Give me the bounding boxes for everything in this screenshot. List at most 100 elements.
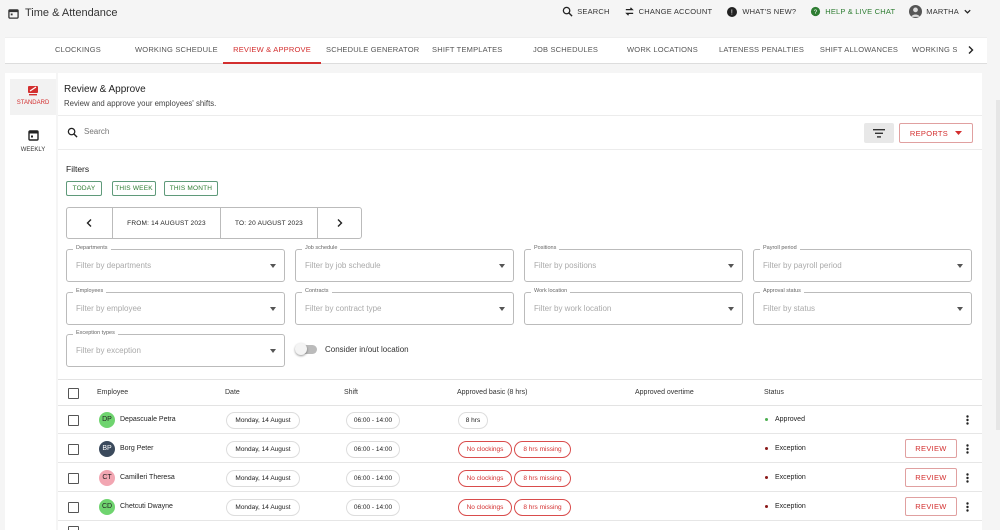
status-text: Exception: [775, 474, 806, 481]
caret-down-icon: [955, 131, 963, 135]
calendar-icon: [8, 8, 19, 19]
today-chip[interactable]: TODAY: [66, 181, 102, 196]
this-week-chip[interactable]: THIS WEEK: [112, 181, 156, 196]
search-action-label: SEARCH: [577, 7, 610, 16]
search-input[interactable]: [84, 127, 384, 136]
approval-status-select[interactable]: Approval status Filter by status: [753, 288, 972, 325]
avatar: [909, 5, 923, 18]
filter-toggle-button[interactable]: [864, 123, 894, 143]
exception-tag: 8 hrs missing: [514, 470, 571, 487]
exception-types-placeholder: Filter by exception: [76, 346, 141, 355]
user-name: MARTHA: [926, 7, 959, 16]
date-to[interactable]: TO: 20 AUGUST 2023: [220, 208, 317, 238]
consider-location-toggle[interactable]: [295, 343, 317, 355]
tab-working-schedule[interactable]: WORKING SCHEDULE: [135, 38, 218, 64]
row-checkbox[interactable]: [68, 502, 79, 513]
tab-schedule-generator[interactable]: SCHEDULE GENERATOR: [326, 38, 419, 64]
top-bar: Time & Attendance SEARCH CHANGE ACCOUNT …: [0, 0, 1000, 26]
previous-week-button[interactable]: [67, 208, 112, 238]
more-vert-icon[interactable]: [966, 473, 969, 483]
more-vert-icon[interactable]: [966, 415, 969, 425]
departments-select[interactable]: Departments Filter by departments: [66, 245, 285, 282]
more-vert-icon[interactable]: [966, 502, 969, 512]
rail-item-weekly[interactable]: WEEKLY: [10, 129, 56, 159]
shift-pill: 06:00 - 14:00: [346, 412, 400, 429]
caret-down-icon: [270, 307, 276, 311]
chevron-right-icon: [336, 218, 343, 228]
announcement-icon: !: [726, 6, 738, 18]
work-location-select[interactable]: Work location Filter by work location: [524, 288, 743, 325]
avatar: CT: [99, 470, 115, 486]
table-row[interactable]: DP Depascuale Petra Monday, 14 August 06…: [58, 406, 982, 434]
approval-status-placeholder: Filter by status: [763, 304, 816, 313]
review-button[interactable]: REVIEW: [905, 439, 957, 458]
svg-text:?: ?: [814, 9, 818, 16]
employee-name: Camilleri Theresa: [120, 474, 175, 481]
tab-work-locations[interactable]: WORK LOCATIONS: [627, 38, 698, 64]
tab-shift-allowances[interactable]: SHIFT ALLOWANCES: [819, 38, 899, 64]
exception-tag: No clockings: [458, 441, 512, 458]
exception-types-select[interactable]: Exception types Filter by exception: [66, 330, 285, 367]
row-checkbox[interactable]: [68, 415, 79, 426]
caret-down-icon: [728, 307, 734, 311]
select-all-checkbox[interactable]: [68, 388, 79, 399]
tab-review-approve[interactable]: REVIEW & APPROVE: [223, 38, 321, 64]
work-location-label: Work location: [531, 288, 571, 294]
review-button[interactable]: REVIEW: [905, 497, 957, 516]
table-row[interactable]: CT Camilleri Theresa Monday, 14 August 0…: [58, 464, 982, 492]
table-row[interactable]: CD Chetcuti Dwayne Monday, 14 August 06:…: [58, 493, 982, 521]
whats-new-action[interactable]: ! WHAT'S NEW?: [726, 6, 796, 18]
help-icon: ?: [810, 6, 821, 17]
contracts-placeholder: Filter by contract type: [305, 304, 382, 313]
table-row[interactable]: [58, 522, 982, 530]
date-range-navigator: FROM: 14 AUGUST 2023 TO: 20 AUGUST 2023: [66, 207, 362, 239]
exception-tag: 8 hrs missing: [514, 441, 571, 458]
row-checkbox[interactable]: [68, 526, 79, 530]
next-week-button[interactable]: [317, 208, 361, 238]
swap-icon: [624, 6, 635, 17]
payroll-period-label: Payroll period: [760, 245, 800, 251]
col-shift: Shift: [344, 389, 359, 396]
tab-shift-templates[interactable]: SHIFT TEMPLATES: [432, 38, 502, 64]
table-row[interactable]: BP Borg Peter Monday, 14 August 06:00 - …: [58, 435, 982, 463]
contracts-select[interactable]: Contracts Filter by contract type: [295, 288, 514, 325]
tab-job-schedules[interactable]: JOB SCHEDULES: [533, 38, 598, 64]
consider-location-label: Consider in/out location: [325, 345, 409, 354]
employee-name: Borg Peter: [120, 445, 154, 452]
help-chat-action[interactable]: ? HELP & LIVE CHAT: [810, 6, 895, 17]
approval-status-label: Approval status: [760, 288, 804, 294]
search-action[interactable]: SEARCH: [562, 6, 609, 17]
user-menu[interactable]: MARTHA: [909, 5, 972, 18]
chevron-down-icon: [963, 7, 972, 16]
app-title-text: Time & Attendance: [25, 7, 118, 19]
review-button[interactable]: REVIEW: [905, 468, 957, 487]
positions-label: Positions: [531, 245, 560, 251]
row-checkbox[interactable]: [68, 473, 79, 484]
status-text: Exception: [775, 445, 806, 452]
positions-select[interactable]: Positions Filter by positions: [524, 245, 743, 282]
chevron-right-icon[interactable]: [966, 45, 975, 55]
employees-select[interactable]: Employees Filter by employee: [66, 288, 285, 325]
date-from[interactable]: FROM: 14 AUGUST 2023: [112, 208, 220, 238]
this-month-chip[interactable]: THIS MONTH: [164, 181, 218, 196]
avatar: BP: [99, 441, 115, 457]
help-label: HELP & LIVE CHAT: [825, 7, 896, 16]
tab-bar: CLOCKINGS WORKING SCHEDULE REVIEW & APPR…: [5, 37, 987, 64]
tab-working-schedule-more[interactable]: WORKING SC: [912, 38, 957, 64]
rail-item-standard[interactable]: STANDARD: [10, 79, 56, 115]
basic-hours-pill: 8 hrs: [458, 412, 488, 429]
more-vert-icon[interactable]: [966, 444, 969, 454]
change-account-action[interactable]: CHANGE ACCOUNT: [624, 6, 713, 17]
row-checkbox[interactable]: [68, 444, 79, 455]
page-scrollbar[interactable]: [996, 100, 1000, 430]
caret-down-icon: [957, 264, 963, 268]
job-schedule-select[interactable]: Job schedule Filter by job schedule: [295, 245, 514, 282]
status-text: Approved: [775, 416, 805, 423]
reports-button[interactable]: REPORTS: [899, 123, 973, 143]
col-date: Date: [225, 389, 240, 396]
tab-lateness-penalties[interactable]: LATENESS PENALTIES: [719, 38, 804, 64]
payroll-period-select[interactable]: Payroll period Filter by payroll period: [753, 245, 972, 282]
caret-down-icon: [499, 264, 505, 268]
tab-clockings[interactable]: CLOCKINGS: [55, 38, 101, 64]
search-row: REPORTS: [58, 115, 982, 150]
